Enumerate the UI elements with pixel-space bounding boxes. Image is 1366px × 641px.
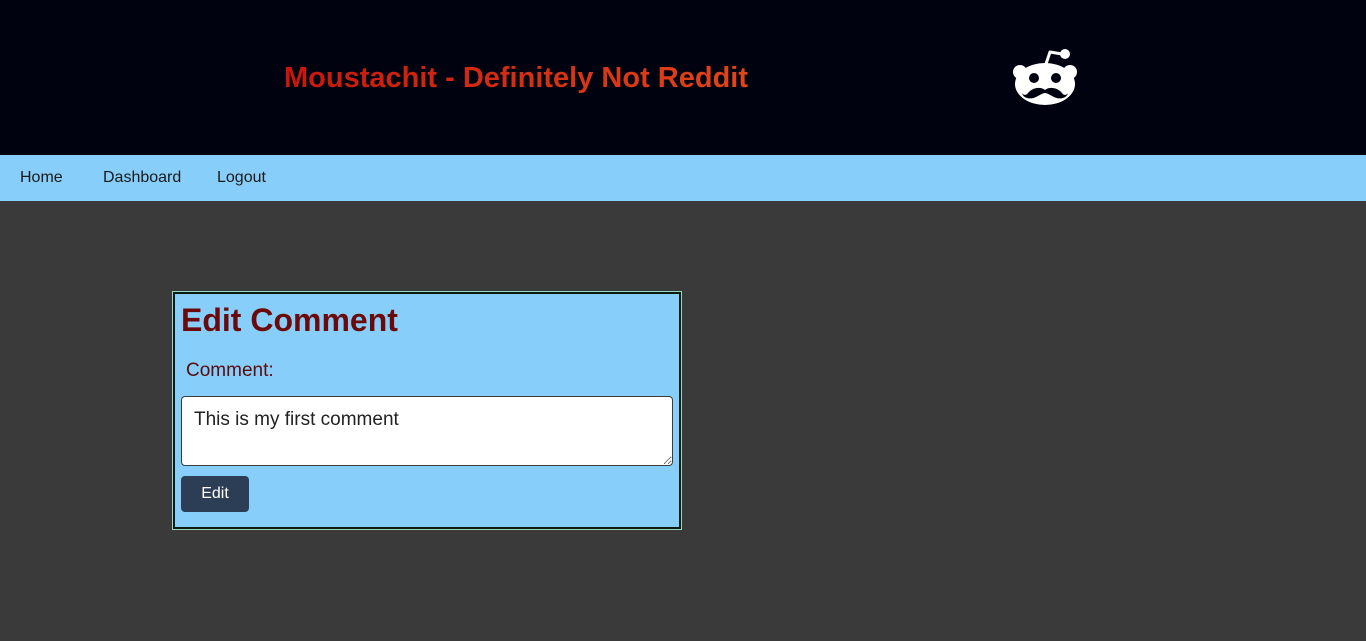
nav-link-dashboard[interactable]: Dashboard — [103, 168, 181, 188]
site-header: Moustachit - Definitely Not Reddit — [0, 0, 1366, 155]
comment-textarea[interactable]: This is my first comment — [181, 396, 673, 466]
edit-comment-form: Edit Comment Comment: This is my first c… — [172, 291, 682, 530]
form-title: Edit Comment — [181, 302, 398, 338]
comment-label: Comment: — [186, 360, 274, 381]
site-title: Moustachit - Definitely Not Reddit — [284, 58, 748, 98]
nav-link-home[interactable]: Home — [20, 168, 63, 188]
reddit-alien-moustache-icon[interactable] — [1010, 46, 1080, 108]
edit-button[interactable]: Edit — [181, 476, 249, 512]
nav-link-logout[interactable]: Logout — [217, 168, 266, 188]
nav-bar: Home Dashboard Logout — [0, 155, 1366, 201]
